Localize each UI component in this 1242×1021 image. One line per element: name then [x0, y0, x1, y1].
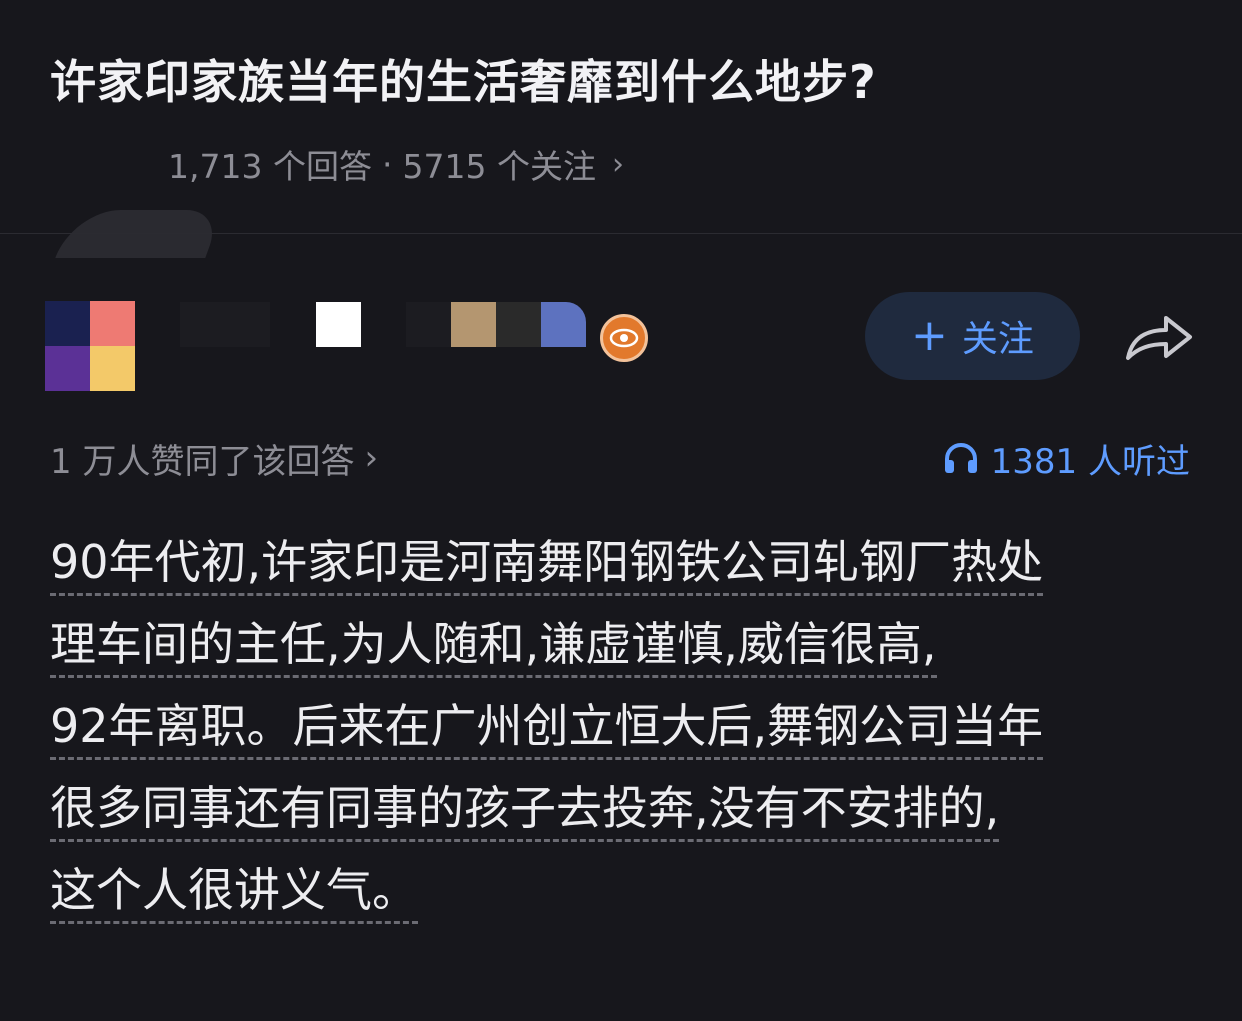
follow-label: 关注: [961, 319, 1034, 360]
answer-body[interactable]: 90年代初,许家印是河南舞阳钢铁公司轧钢厂热处 理车间的主任,为人随和,谦虚谨慎…: [50, 534, 1200, 944]
avatar-pixel: [45, 301, 90, 346]
chevron-right-icon: ›: [364, 438, 379, 478]
answer-line: 理车间的主任,为人随和,谦虚谨慎,威信很高,: [50, 616, 1200, 698]
author-name-redacted[interactable]: [180, 300, 586, 348]
name-pixel: [225, 301, 270, 347]
divider: [0, 233, 1242, 234]
listened-summary[interactable]: 1381 人听过: [943, 434, 1190, 482]
follow-button[interactable]: + 关注: [865, 292, 1080, 380]
redacted-overlay: [55, 210, 223, 258]
likes-summary[interactable]: 1 万人赞同了该回答 ›: [50, 434, 378, 482]
name-pixel: [451, 301, 496, 347]
question-meta[interactable]: 1,713 个回答 · 5715 个关注 ›: [168, 142, 624, 187]
avatar-pixel: [90, 346, 135, 391]
answers-count: 1,713 个回答: [168, 147, 372, 186]
avatar[interactable]: [45, 301, 135, 391]
plus-icon: +: [911, 310, 948, 361]
avatar-pixel: [45, 346, 90, 391]
likes-text: 1 万人赞同了该回答: [50, 441, 355, 482]
answer-line: 92年离职。后来在广州创立恒大后,舞钢公司当年: [50, 698, 1200, 780]
name-pixel: [541, 301, 586, 347]
share-arrow-icon[interactable]: [1124, 310, 1194, 362]
chevron-right-icon: ›: [611, 146, 624, 182]
question-title[interactable]: 许家印家族当年的生活奢靡到什么地步?: [50, 50, 1200, 114]
answer-line: 很多同事还有同事的孩子去投奔,没有不安排的,: [50, 780, 1200, 862]
name-pixel: [180, 301, 225, 347]
name-pixel: [406, 301, 451, 347]
headphones-icon: [944, 443, 977, 473]
followers-count: 5715 个关注: [402, 147, 596, 186]
name-pixel: [496, 301, 541, 347]
answer-line: 90年代初,许家印是河南舞阳钢铁公司轧钢厂热处: [50, 534, 1200, 616]
avatar-pixel: [90, 301, 135, 346]
name-pixel: [316, 301, 361, 347]
answer-line: 这个人很讲义气。: [50, 862, 1200, 944]
eye-badge-icon: [600, 314, 648, 362]
listened-text: 1381 人听过: [990, 441, 1190, 482]
meta-separator: ·: [381, 144, 393, 184]
